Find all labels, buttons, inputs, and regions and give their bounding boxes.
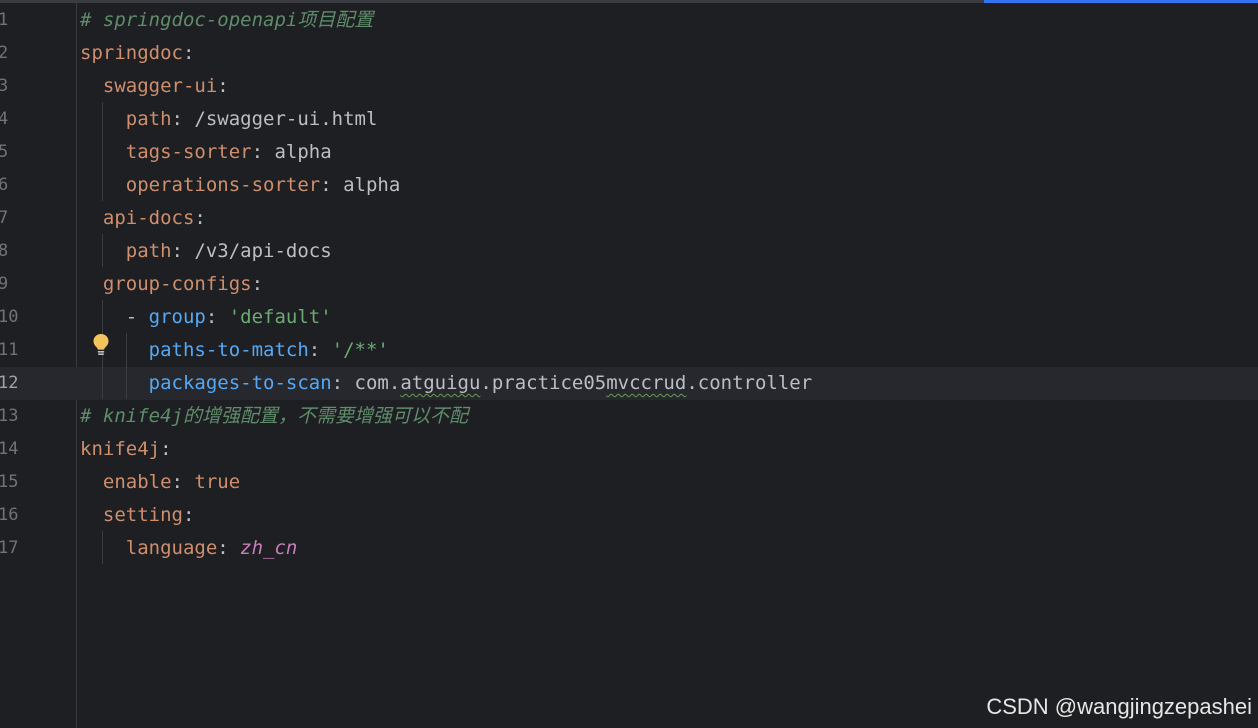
code-token: # springdoc-openapi项目配置: [80, 9, 374, 31]
code-token: :: [171, 471, 195, 493]
code-token: path: [80, 240, 172, 262]
code-token: group-configs: [80, 273, 252, 295]
code-text[interactable]: api-docs:: [80, 202, 206, 235]
code-token: : com.: [331, 372, 401, 394]
watermark: CSDN @wangjingzepashei: [986, 694, 1252, 719]
code-token: springdoc: [80, 42, 183, 64]
code-token: true: [194, 471, 241, 493]
code-line[interactable]: 8 path: /v3/api-docs: [0, 235, 1258, 268]
code-token: : alpha: [320, 174, 401, 196]
code-token: knife4j: [80, 438, 161, 460]
code-token: :: [251, 273, 264, 295]
code-line[interactable]: 12 packages-to-scan: com.atguigu.practic…: [0, 367, 1258, 400]
code-text[interactable]: springdoc:: [80, 37, 194, 70]
code-token: '/**': [331, 339, 389, 361]
code-token: -: [80, 306, 149, 328]
code-line[interactable]: 10 - group: 'default': [0, 301, 1258, 334]
code-token: :: [205, 306, 229, 328]
line-number: 5: [0, 142, 9, 162]
code-token: path: [80, 108, 172, 130]
code-line[interactable]: 17 language: zh_cn: [0, 532, 1258, 565]
line-number: 8: [0, 241, 9, 261]
code-token: tags-sorter: [80, 141, 252, 163]
code-token: paths-to-match: [80, 339, 309, 361]
line-number: 4: [0, 109, 9, 129]
code-text[interactable]: group-configs:: [80, 268, 263, 301]
line-number: 12: [0, 373, 19, 393]
line-number: 1: [0, 10, 9, 30]
code-token: atguigu: [400, 372, 481, 394]
code-text[interactable]: - group: 'default': [80, 301, 332, 334]
indent-guide: [102, 102, 103, 201]
code-text[interactable]: tags-sorter: alpha: [80, 136, 332, 169]
line-number: 10: [0, 307, 19, 327]
code-line[interactable]: 15 enable: true: [0, 466, 1258, 499]
indent-guide: [102, 234, 103, 267]
code-line[interactable]: 16 setting:: [0, 499, 1258, 532]
code-text[interactable]: language: zh_cn: [80, 532, 298, 565]
line-number: 7: [0, 208, 9, 228]
code-token: :: [308, 339, 332, 361]
code-text[interactable]: path: /v3/api-docs: [80, 235, 332, 268]
code-token: :: [182, 42, 195, 64]
code-token: : alpha: [251, 141, 332, 163]
active-tab-indicator: [984, 0, 1258, 3]
line-number: 15: [0, 472, 19, 492]
line-number: 3: [0, 76, 9, 96]
code-line[interactable]: 11 paths-to-match: '/**': [0, 334, 1258, 367]
code-text[interactable]: operations-sorter: alpha: [80, 169, 401, 202]
code-token: : /swagger-ui.html: [171, 108, 378, 130]
code-token: mvccrud: [606, 372, 687, 394]
line-number: 16: [0, 505, 19, 525]
code-token: operations-sorter: [80, 174, 321, 196]
indent-guide: [126, 333, 127, 399]
code-line[interactable]: 9 group-configs:: [0, 268, 1258, 301]
code-text[interactable]: knife4j:: [80, 433, 172, 466]
code-text[interactable]: swagger-ui:: [80, 70, 229, 103]
code-token: api-docs: [80, 207, 195, 229]
code-token: language: [80, 537, 218, 559]
code-text[interactable]: setting:: [80, 499, 195, 532]
code-token: # knife4j的增强配置，不需要增强可以不配: [80, 405, 468, 427]
line-number: 6: [0, 175, 9, 195]
code-text[interactable]: # knife4j的增强配置，不需要增强可以不配: [80, 400, 468, 433]
code-text[interactable]: # springdoc-openapi项目配置: [80, 4, 373, 37]
code-token: :: [182, 504, 195, 526]
code-text[interactable]: path: /swagger-ui.html: [80, 103, 378, 136]
code-token: :: [160, 438, 172, 460]
line-number: 13: [0, 406, 19, 426]
line-number: 2: [0, 43, 9, 63]
code-text[interactable]: enable: true: [80, 466, 240, 499]
code-line[interactable]: 1 # springdoc-openapi项目配置: [0, 4, 1258, 37]
code-line[interactable]: 4 path: /swagger-ui.html: [0, 103, 1258, 136]
code-token: :: [217, 75, 229, 97]
line-number: 9: [0, 274, 9, 294]
code-token: group: [148, 306, 206, 328]
code-line[interactable]: 5 tags-sorter: alpha: [0, 136, 1258, 169]
code-line[interactable]: 6 operations-sorter: alpha: [0, 169, 1258, 202]
code-token: packages-to-scan: [80, 372, 332, 394]
code-token: :: [194, 207, 206, 229]
code-line[interactable]: 3 swagger-ui:: [0, 70, 1258, 103]
code-line[interactable]: 2 springdoc:: [0, 37, 1258, 70]
code-token: .practice05: [480, 372, 607, 394]
code-token: zh_cn: [240, 537, 298, 559]
code-editor[interactable]: 1 # springdoc-openapi项目配置 2 springdoc: 3 swa…: [0, 0, 1258, 728]
line-number: 14: [0, 439, 19, 459]
code-token: swagger-ui: [80, 75, 218, 97]
code-token: setting: [80, 504, 183, 526]
code-token: :: [217, 537, 241, 559]
code-token: : /v3/api-docs: [171, 240, 332, 262]
code-line[interactable]: 13 # knife4j的增强配置，不需要增强可以不配: [0, 400, 1258, 433]
line-number: 11: [0, 340, 19, 360]
code-line[interactable]: 14 knife4j:: [0, 433, 1258, 466]
code-token: 'default': [228, 306, 332, 328]
line-number: 17: [0, 538, 19, 558]
code-line[interactable]: 7 api-docs:: [0, 202, 1258, 235]
lightbulb-icon[interactable]: [92, 333, 110, 357]
code-token: .controller: [686, 372, 813, 394]
code-token: enable: [80, 471, 172, 493]
code-text[interactable]: packages-to-scan: com.atguigu.practice05…: [80, 367, 813, 400]
indent-guide: [102, 531, 103, 564]
